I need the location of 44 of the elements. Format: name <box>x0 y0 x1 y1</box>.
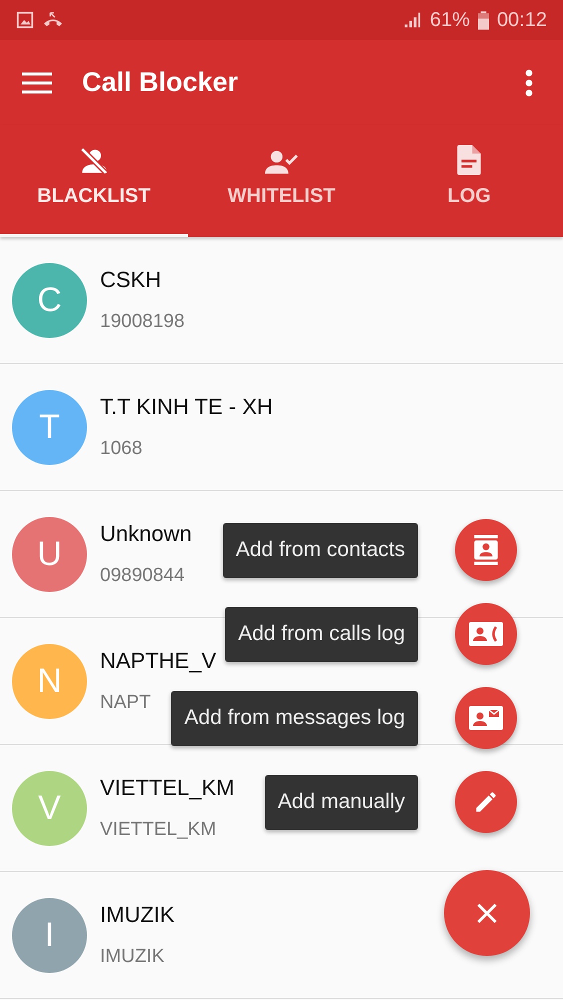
image-icon <box>16 11 34 29</box>
more-options-icon[interactable] <box>525 68 533 96</box>
person-check-icon <box>264 149 298 175</box>
contact-phone-icon <box>469 622 503 646</box>
action-button[interactable] <box>455 603 517 665</box>
contact-number: NAPT <box>100 692 152 714</box>
avatar: V <box>12 770 87 846</box>
clock: 00:12 <box>496 8 547 32</box>
contact-mail-icon <box>469 706 503 730</box>
contact-number: IMUZIK <box>100 946 166 968</box>
tab[interactable]: BLACKLIST <box>0 125 188 237</box>
action-tooltip: Add from calls log <box>225 606 418 662</box>
contact-name: VIETTEL_KM <box>100 775 234 801</box>
document-icon <box>457 145 482 175</box>
avatar: I <box>12 898 87 972</box>
close-button[interactable]: × <box>444 870 530 956</box>
action-tooltip: Add manually <box>264 774 418 830</box>
battery-percent: 61% <box>430 8 470 32</box>
blocked-person-icon <box>80 147 108 175</box>
avatar: C <box>12 262 87 338</box>
action-button[interactable] <box>455 519 517 581</box>
contact-number: 09890844 <box>100 565 186 587</box>
contact-name: Unknown <box>100 521 192 547</box>
contact-name: NAPTHE_V <box>100 648 216 674</box>
avatar: U <box>12 516 87 592</box>
contact-card-icon <box>473 535 499 565</box>
avatar: T <box>12 390 87 464</box>
action-button[interactable] <box>455 771 517 833</box>
action-tooltip: Add from contacts <box>222 522 418 578</box>
missed-call-icon <box>42 11 64 29</box>
battery-icon <box>478 10 489 30</box>
tab[interactable]: LOG <box>375 125 563 237</box>
tab[interactable]: WHITELIST <box>188 125 376 237</box>
contact-name: CSKH <box>100 267 162 293</box>
action-tooltip: Add from messages log <box>171 690 418 746</box>
contact-number: 19008198 <box>100 311 185 333</box>
contact-name: T.T KINH TE - XH <box>100 394 273 420</box>
menu-icon[interactable] <box>22 70 52 94</box>
action-button[interactable] <box>455 687 517 749</box>
contact-name: IMUZIK <box>100 902 175 928</box>
contact-number: VIETTEL_KM <box>100 819 218 841</box>
avatar: N <box>12 644 87 718</box>
contact-number: 1068 <box>100 438 144 460</box>
app-title: Call Blocker <box>82 67 238 98</box>
